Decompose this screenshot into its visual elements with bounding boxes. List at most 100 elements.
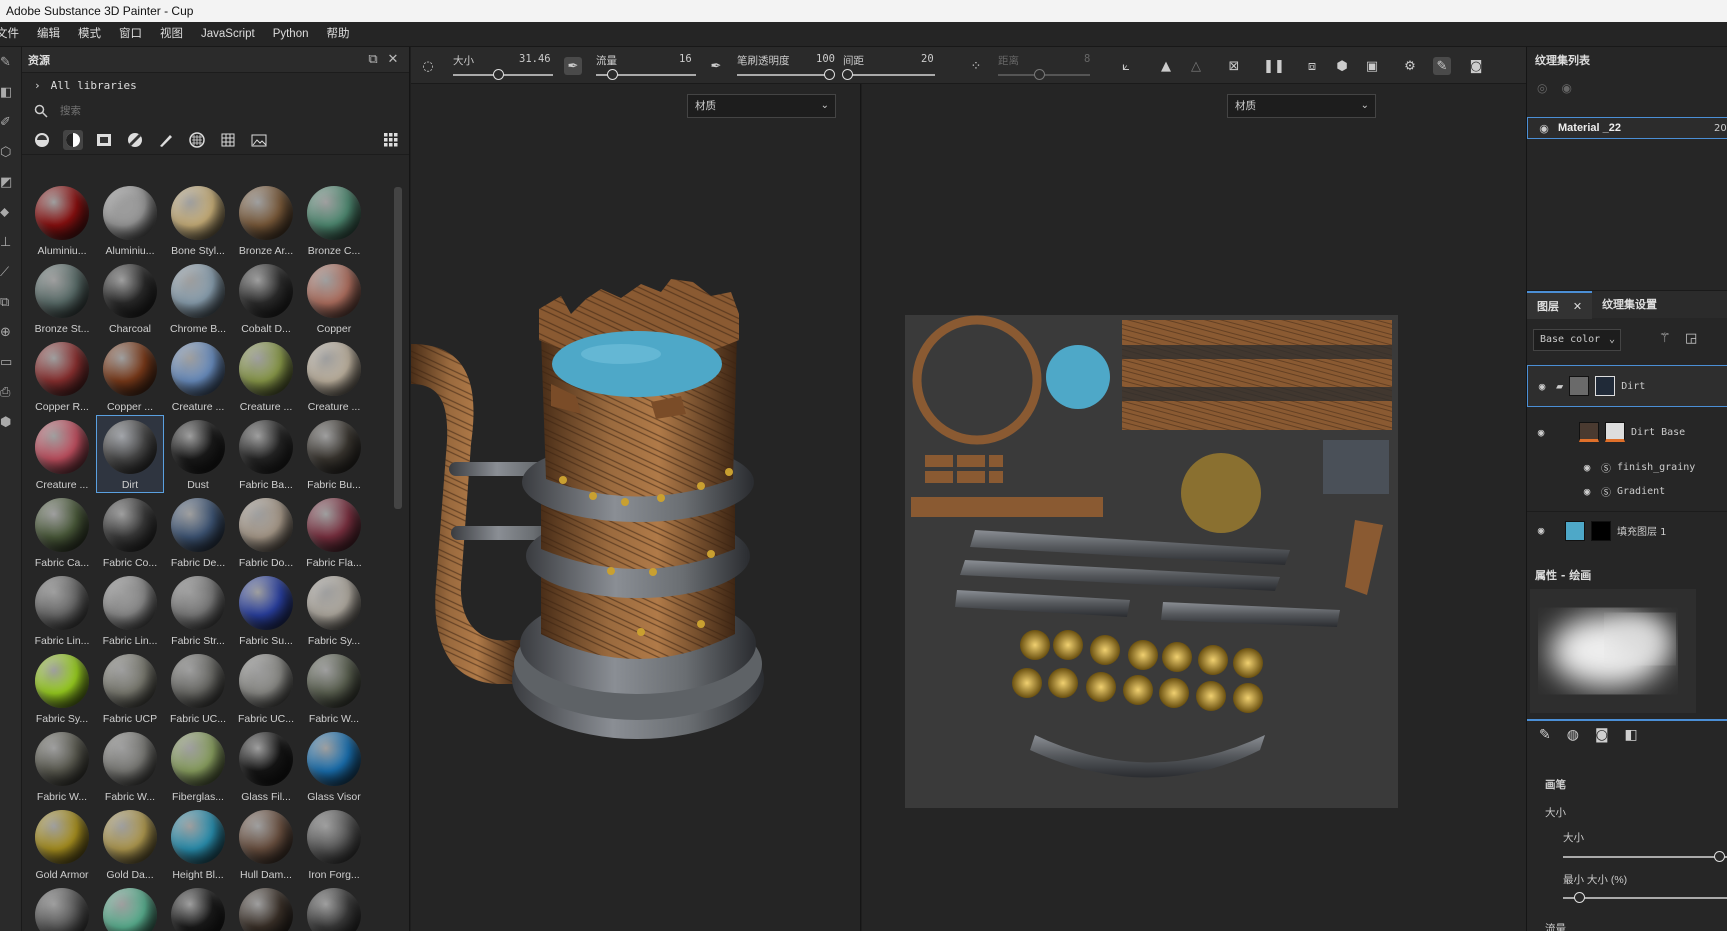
layer-row-finish-grainy[interactable]: ◉ Ⓢ finish_grainy — [1527, 455, 1727, 479]
material-tile[interactable]: Fabric Co... — [96, 493, 164, 571]
flow-slider-handle[interactable] — [606, 69, 618, 80]
menu-window[interactable]: 窗口 — [110, 22, 151, 47]
close-icon[interactable]: ✕ — [1573, 300, 1582, 313]
paint-mode-icon[interactable]: ✎ — [1433, 57, 1451, 75]
material-tile[interactable]: Glass Fil... — [232, 727, 300, 805]
filter-masks-icon[interactable] — [94, 130, 114, 150]
material-tab-icon[interactable]: ◍ — [1567, 727, 1579, 743]
eraser-tool-icon[interactable]: ◧ — [0, 77, 22, 107]
menu-python[interactable]: Python — [264, 22, 318, 47]
material-tile[interactable]: Cobalt D... — [232, 259, 300, 337]
material-tile[interactable]: Aluminiu... — [28, 181, 96, 259]
grid-view-icon[interactable] — [381, 130, 401, 150]
menu-mode[interactable]: 模式 — [69, 22, 110, 47]
viewport-2d-uv[interactable]: 材质 ⌄ — [862, 84, 1526, 931]
line-mode-icon[interactable]: ⟀ — [1117, 57, 1135, 75]
mask-thumbnail[interactable] — [1595, 376, 1616, 396]
assets-scrollbar[interactable] — [394, 187, 402, 509]
filter-materials-icon[interactable] — [63, 129, 83, 150]
material-tile[interactable]: Fabric UC... — [232, 649, 300, 727]
material-tile[interactable]: Fabric Ba... — [232, 415, 300, 493]
menu-edit[interactable]: 编辑 — [28, 22, 69, 47]
stencil-tab-icon[interactable]: ◙ — [1595, 727, 1609, 743]
undock-icon[interactable]: ⧉ — [363, 52, 383, 67]
split-view-icon[interactable]: ⧈ — [1303, 57, 1321, 75]
brush-size-slider[interactable] — [1563, 856, 1727, 858]
menu-view[interactable]: 视图 — [151, 22, 192, 47]
smudge-tool-icon[interactable]: ◩ — [0, 167, 22, 197]
material-tile[interactable]: Fabric Fla... — [300, 493, 368, 571]
screenshot-icon[interactable]: ◙ — [1467, 57, 1485, 75]
opacity-slider[interactable] — [737, 74, 829, 76]
material-tile[interactable] — [28, 883, 96, 931]
material-tile[interactable]: Fabric Do... — [232, 493, 300, 571]
3d-view-icon[interactable]: ⬢ — [1333, 57, 1351, 75]
material-tile[interactable] — [232, 883, 300, 931]
channel-select[interactable]: Base color ⌄ — [1533, 329, 1621, 351]
material-tile[interactable]: Dirt — [96, 415, 164, 493]
material-tile[interactable]: Fabric Bu... — [300, 415, 368, 493]
material-tile[interactable]: Hull Dam... — [232, 805, 300, 883]
brush-tab-icon[interactable]: ✎ — [1539, 727, 1551, 743]
symmetry-icon[interactable]: ▲ — [1157, 57, 1175, 75]
material-tile[interactable]: Charcoal — [96, 259, 164, 337]
symmetry-settings-icon[interactable]: △ — [1187, 57, 1205, 75]
material-tile[interactable]: Gold Armor — [28, 805, 96, 883]
material-tile[interactable]: Fabric W... — [96, 727, 164, 805]
spacing-slider[interactable] — [847, 74, 935, 76]
material-tile[interactable]: Fabric W... — [28, 727, 96, 805]
material-tile[interactable]: Bronze St... — [28, 259, 96, 337]
layer-row-dirt-base[interactable]: ◉ Dirt Base — [1527, 413, 1727, 451]
brush-shape-icon[interactable]: ◌ — [419, 57, 437, 75]
flow-pressure-icon[interactable]: ✒ — [564, 57, 582, 75]
mask-thumbnail[interactable] — [1591, 520, 1611, 541]
material-tile[interactable]: Fabric Su... — [232, 571, 300, 649]
material-tile[interactable]: Creature ... — [28, 415, 96, 493]
material-tile[interactable]: Bronze C... — [300, 181, 368, 259]
filter-alphas-icon[interactable] — [218, 130, 238, 150]
eye-icon[interactable]: ◉ — [1534, 380, 1550, 393]
material-tile[interactable]: Creature ... — [300, 337, 368, 415]
material-tile[interactable]: Creature ... — [232, 337, 300, 415]
layer-row-dirt[interactable]: ◉ ▰ Dirt — [1527, 365, 1727, 407]
stamp-tool-icon[interactable]: ⊥ — [0, 227, 22, 257]
material-tile[interactable] — [96, 883, 164, 931]
opacity-pressure-icon[interactable]: ✒ — [707, 57, 725, 75]
bake-tool-icon[interactable]: ⧉ — [0, 287, 22, 317]
export-tool-icon[interactable]: ⎙ — [0, 377, 22, 407]
mask-thumbnail[interactable] — [1605, 422, 1625, 442]
picker-tool-icon[interactable]: ⟋ — [0, 257, 22, 287]
projection-tool-icon[interactable]: ✐ — [0, 107, 22, 137]
filter-brushes-icon[interactable] — [156, 130, 176, 150]
viewport-2d-mode-select[interactable]: 材质 ⌄ — [1227, 94, 1376, 118]
hide-icon[interactable]: ◎ — [1537, 81, 1547, 95]
material-tile[interactable]: Aluminiu... — [96, 181, 164, 259]
material-tile[interactable]: Bronze Ar... — [232, 181, 300, 259]
spacing-slider-handle[interactable] — [841, 69, 853, 80]
material-tile[interactable]: Bone Styl... — [164, 181, 232, 259]
size-slider-handle[interactable] — [492, 69, 504, 80]
material-tile[interactable]: Fabric Sy... — [28, 649, 96, 727]
filter-textures-icon[interactable] — [187, 130, 207, 150]
material-tile[interactable]: Chrome B... — [164, 259, 232, 337]
material-tile[interactable]: Gold Da... — [96, 805, 164, 883]
eye-icon[interactable]: ◉ — [1533, 426, 1549, 439]
material-tile[interactable]: Fabric De... — [164, 493, 232, 571]
material-tile[interactable] — [300, 883, 368, 931]
material-tile[interactable]: Fabric W... — [300, 649, 368, 727]
material-tile[interactable]: Fabric Sy... — [300, 571, 368, 649]
distance-slider-handle[interactable] — [1033, 69, 1045, 80]
material-tile[interactable]: Creature ... — [164, 337, 232, 415]
material-tile[interactable]: Fabric Str... — [164, 571, 232, 649]
camera-icon[interactable]: ▣ — [1363, 57, 1381, 75]
material-tile[interactable]: Iron Forg... — [300, 805, 368, 883]
material-tile[interactable]: Height Bl... — [164, 805, 232, 883]
material-tile[interactable]: Copper R... — [28, 337, 96, 415]
measure-tool-icon[interactable]: ⊕ — [0, 317, 22, 347]
material-tile[interactable]: Glass Visor — [300, 727, 368, 805]
filter-environments-icon[interactable] — [249, 130, 269, 150]
eye-icon[interactable]: ◉ — [1579, 461, 1595, 474]
material-tile[interactable]: Fabric UCP — [96, 649, 164, 727]
min-size-slider[interactable] — [1563, 897, 1727, 899]
viewport-3d[interactable]: 材质 ⌄ — [411, 84, 861, 931]
